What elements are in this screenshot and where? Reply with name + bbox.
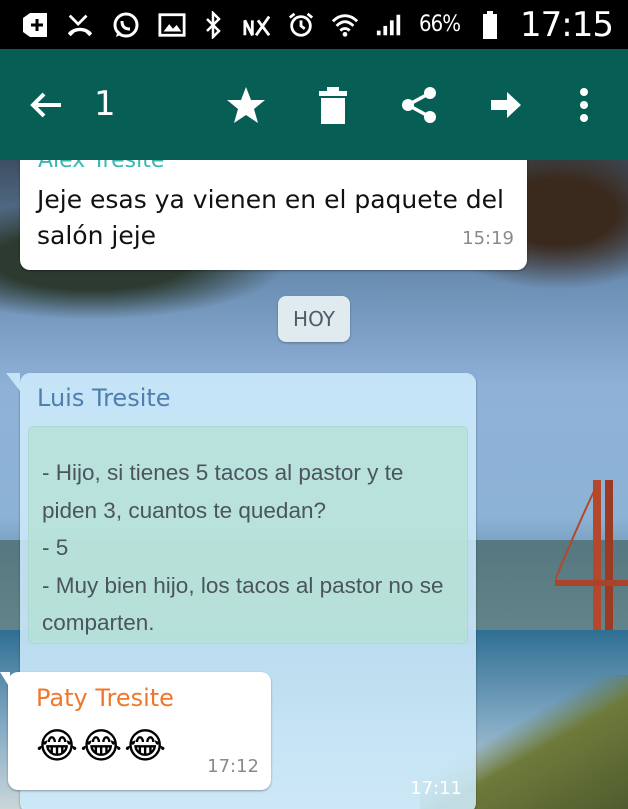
image-icon [158, 11, 186, 39]
emoji-message: 😂😂😂 [36, 726, 169, 767]
more-vert-icon[interactable] [574, 49, 594, 160]
battery-icon [476, 10, 504, 39]
back-arrow-icon[interactable] [26, 49, 66, 160]
message-text: - Hijo, si tienes 5 tacos al pastor y te… [42, 460, 444, 635]
message-text: Jeje esas ya vienen en el paquete del sa… [37, 185, 504, 250]
message-time: 17:11 [410, 778, 462, 799]
add-icon [20, 11, 48, 39]
star-icon[interactable] [224, 49, 268, 160]
message-bubble[interactable]: Alex Tresite Jeje esas ya vienen en el p… [20, 160, 527, 270]
sender-name: Alex Tresite [38, 160, 165, 173]
sender-name: Luis Tresite [37, 384, 171, 412]
forward-icon[interactable] [488, 49, 524, 160]
delete-icon[interactable] [316, 49, 350, 160]
date-divider: HOY [278, 296, 350, 342]
wifi-icon [331, 11, 359, 39]
clock: 17:15 [520, 4, 614, 45]
alarm-icon [287, 11, 315, 39]
bubble-tail [0, 672, 10, 688]
wallpaper-bridge [555, 480, 628, 630]
missed-call-icon [66, 11, 94, 39]
bubble-tail [6, 373, 20, 391]
battery-percent: 66% [419, 12, 461, 37]
chat-area[interactable]: Alex Tresite Jeje esas ya vienen en el p… [0, 160, 628, 809]
signal-icon [375, 11, 403, 39]
message-time: 15:19 [462, 228, 514, 249]
bluetooth-icon [199, 10, 227, 39]
share-icon[interactable] [398, 49, 440, 160]
message-time: 17:12 [207, 756, 259, 777]
selection-toolbar: 1 [0, 49, 628, 160]
whatsapp-icon [112, 11, 140, 39]
message-body: - Hijo, si tienes 5 tacos al pastor y te… [28, 426, 468, 644]
status-bar: 66% 17:15 [0, 0, 628, 49]
selected-count: 1 [94, 84, 116, 124]
sender-name: Paty Tresite [36, 684, 174, 712]
no-signal-icon [243, 11, 271, 39]
message-bubble[interactable]: Paty Tresite 😂😂😂 17:12 [0, 672, 271, 790]
